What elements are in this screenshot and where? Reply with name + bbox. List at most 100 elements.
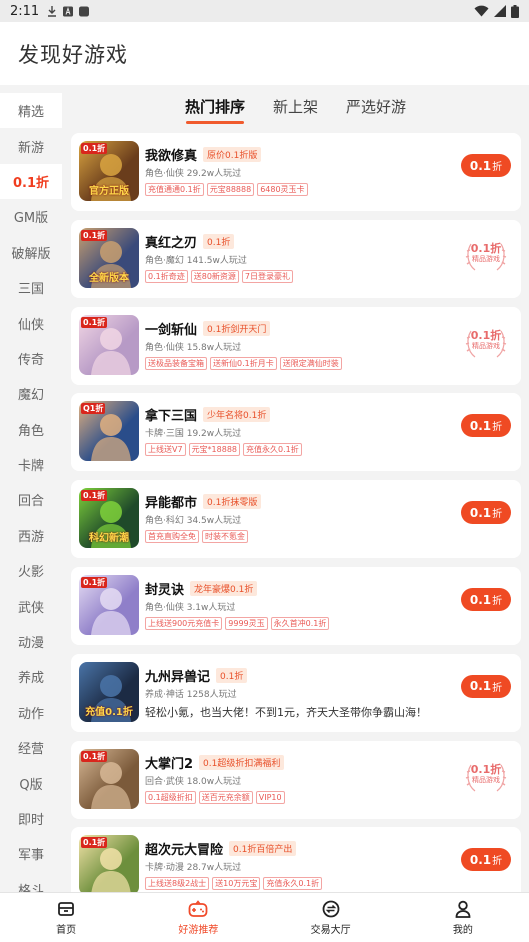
nav-recommend[interactable]: 好游推荐: [132, 893, 264, 942]
game-card[interactable]: 充值0.1折 九州异兽记 0.1折 养成·神话 1258人玩过 轻松小氪，也当大佬！不到…: [71, 653, 521, 732]
feature-tag: 送10万元宝: [212, 877, 261, 891]
sidebar-item-discount[interactable]: 0.1折: [0, 163, 62, 200]
sidebar-item-junshi[interactable]: 军事: [0, 836, 62, 871]
seal-value: 0.1折: [470, 241, 502, 255]
nav-home-label: 首页: [56, 924, 77, 936]
status-time: 2:11: [10, 3, 40, 19]
sidebar-item-juese[interactable]: 角色: [0, 412, 62, 447]
sidebar-item-huoying[interactable]: 火影: [0, 553, 62, 588]
game-meta: 卡牌·动漫 28.7w人玩过: [145, 863, 242, 874]
game-name: 九州异兽记: [145, 669, 211, 685]
sidebar-item-cracked[interactable]: 破解版: [0, 235, 62, 270]
feature-tag: 时装不氪金: [202, 530, 248, 544]
tab-new[interactable]: 新上架: [273, 96, 318, 117]
game-card[interactable]: 0.1折 大掌门2 0.1超级折扣满福利回合·武侠 18.0w人玩过 0.1超级折扣送…: [71, 740, 521, 819]
tab-hot[interactable]: 热门排序: [185, 96, 245, 124]
quality-seal: 0.1折 精品游戏: [461, 323, 511, 361]
sidebar-item-sanguo[interactable]: 三国: [0, 270, 62, 305]
game-icon[interactable]: Q1折: [79, 401, 139, 462]
game-card[interactable]: 0.1折 官方正版 我欲修真 原价0.1折版 角色·仙侠 29.2w人玩过 充值通通0.1…: [71, 133, 521, 211]
feature-tag: 充值永久0.1折: [263, 877, 323, 891]
thumb-ribbon: 科幻新潮: [89, 533, 129, 545]
discount-unit: 折: [492, 682, 503, 694]
status-bar: 2:11: [0, 0, 529, 22]
discount-unit: 折: [492, 162, 503, 173]
sidebar-item-dongzuo[interactable]: 动作: [0, 695, 62, 730]
thumb-badge: 0.1折: [81, 316, 108, 328]
feature-tag: 6480灵玉卡: [257, 183, 308, 196]
sidebar-item-jingxuan[interactable]: 精选: [0, 93, 62, 129]
sidebar-item-dongman[interactable]: 动漫: [0, 624, 62, 659]
feature-tag: 上线送8级2战士: [145, 877, 210, 891]
thumb-badge: 0.1折: [81, 837, 108, 849]
seal-label: 精品游戏: [472, 775, 500, 784]
feature-tags: 0.1超级折扣 送百元充余额 VIP10: [145, 790, 285, 804]
discount-button[interactable]: 0.1 折: [461, 501, 511, 525]
sidebar-item-xiyou[interactable]: 西游: [0, 518, 62, 553]
thumb-badge: Q1折: [81, 403, 106, 415]
game-meta: 回合·武侠 18.0w人玩过: [145, 776, 242, 787]
tab-selected[interactable]: 严选好游: [346, 96, 406, 117]
discount-button[interactable]: 0.1 折: [461, 674, 511, 698]
discount-button[interactable]: 0.1 折: [461, 414, 511, 438]
sidebar-item-wuxia[interactable]: 武侠: [0, 588, 62, 623]
sidebar-item-xinyou[interactable]: 新游: [0, 128, 62, 163]
game-name: 真红之刃: [145, 235, 198, 251]
game-card[interactable]: 0.1折 超次元大冒险 0.1折百倍产出 卡牌·动漫 28.7w人玩过 上线送8级2战士…: [71, 827, 521, 892]
sidebar-item-qban[interactable]: Q版: [0, 765, 62, 800]
game-tag: 0.1超级折扣满福利: [199, 754, 285, 770]
sidebar-item-chuanqi[interactable]: 传奇: [0, 341, 62, 376]
game-card[interactable]: 0.1折 科幻新潮 异能都市 0.1折抹零版 角色·科幻 34.5w人玩过 首充直购全免时…: [71, 480, 521, 559]
game-icon[interactable]: 0.1折 官方正版: [79, 141, 139, 201]
game-tag: 少年名将0.1折: [203, 407, 271, 423]
sidebar-item-gm[interactable]: GM版: [0, 199, 62, 234]
feature-tag: 元宝*18888: [188, 443, 241, 457]
game-card[interactable]: 0.1折 一剑斩仙 0.1折剑开天门 角色·仙侠 15.8w人玩过 送极品装备宝箱 送新仙…: [71, 306, 521, 385]
nav-home[interactable]: 首页: [0, 893, 132, 942]
sidebar-item-jishi[interactable]: 即时: [0, 801, 62, 836]
sidebar-item-mohuan[interactable]: 魔幻: [0, 376, 62, 411]
game-name: 大掌门2: [145, 756, 194, 772]
sidebar-item-gedou[interactable]: 格斗: [0, 872, 62, 892]
game-icon[interactable]: 充值0.1折: [79, 661, 139, 722]
game-tag: 原价0.1折版: [203, 147, 262, 162]
sort-tabs: 热门排序 新上架 严选好游: [62, 85, 529, 131]
feature-tag: 送限定满仙时装: [279, 356, 342, 370]
game-icon[interactable]: 0.1折: [79, 748, 139, 809]
game-icon[interactable]: 0.1折: [79, 575, 139, 635]
game-card[interactable]: Q1折 拿下三国 少年名将0.1折 卡牌·三国 19.2w人玩过 上线送V7 元宝*188…: [71, 393, 521, 472]
feature-tags: 充值通通0.1折 元宝88888 6480灵玉卡: [145, 183, 308, 196]
feature-tag: 元宝88888: [206, 183, 255, 196]
game-slogan: 轻松小氪，也当大佬！不到1元，齐天大圣带你争霸山海！: [145, 705, 427, 719]
sidebar-item-jingying[interactable]: 经营: [0, 730, 62, 765]
game-icon[interactable]: 0.1折 全新版本: [79, 227, 139, 288]
discount-button[interactable]: 0.1 折: [461, 154, 511, 177]
feature-tag: 充值通通0.1折: [145, 183, 204, 196]
feature-tag: 送80新资源: [190, 269, 239, 283]
game-card[interactable]: 0.1折 全新版本 真红之刃 0.1折 角色·魔幻 141.5w人玩过 0.1折奇迹 送80…: [71, 219, 521, 298]
seal-value: 0.1折: [470, 328, 502, 342]
category-sidebar[interactable]: 精选 新游 0.1折 GM版 破解版 三国 仙侠 传奇 魔幻 角色 卡牌 回合 …: [0, 93, 62, 892]
game-name: 一剑斩仙: [145, 322, 198, 338]
game-icon[interactable]: 0.1折 科幻新潮: [79, 488, 139, 549]
discount-button[interactable]: 0.1 折: [461, 848, 511, 872]
thumb-ribbon: 官方正版: [89, 186, 129, 197]
sidebar-item-huihe[interactable]: 回合: [0, 482, 62, 517]
nav-trade[interactable]: 交易大厅: [265, 893, 397, 942]
sidebar-item-yangcheng[interactable]: 养成: [0, 659, 62, 694]
nav-trade-label: 交易大厅: [310, 924, 351, 936]
feature-tag: 永久首冲0.1折: [270, 617, 330, 630]
game-icon[interactable]: 0.1折: [79, 835, 139, 892]
sidebar-item-kapai[interactable]: 卡牌: [0, 447, 62, 482]
discount-value: 0.1: [469, 158, 492, 173]
bottom-nav: 首页 好游推荐 交易大厅 我的: [0, 892, 529, 942]
game-meta: 角色·科幻 34.5w人玩过: [145, 516, 242, 527]
feature-tag: 上线送900元充值卡: [145, 617, 223, 630]
nav-mine[interactable]: 我的: [397, 893, 529, 942]
discount-button[interactable]: 0.1 折: [461, 588, 511, 611]
sidebar-item-xianxia[interactable]: 仙侠: [0, 305, 62, 340]
game-card[interactable]: 0.1折 封灵诀 龙年豪爆0.1折 角色·仙侠 3.1w人玩过 上线送900元充值卡 99…: [71, 567, 521, 645]
game-icon[interactable]: 0.1折: [79, 314, 139, 375]
feature-tags: 上线送V7 元宝*18888 充值永久0.1折: [145, 443, 302, 457]
feature-tag: 0.1超级折扣: [145, 790, 196, 804]
